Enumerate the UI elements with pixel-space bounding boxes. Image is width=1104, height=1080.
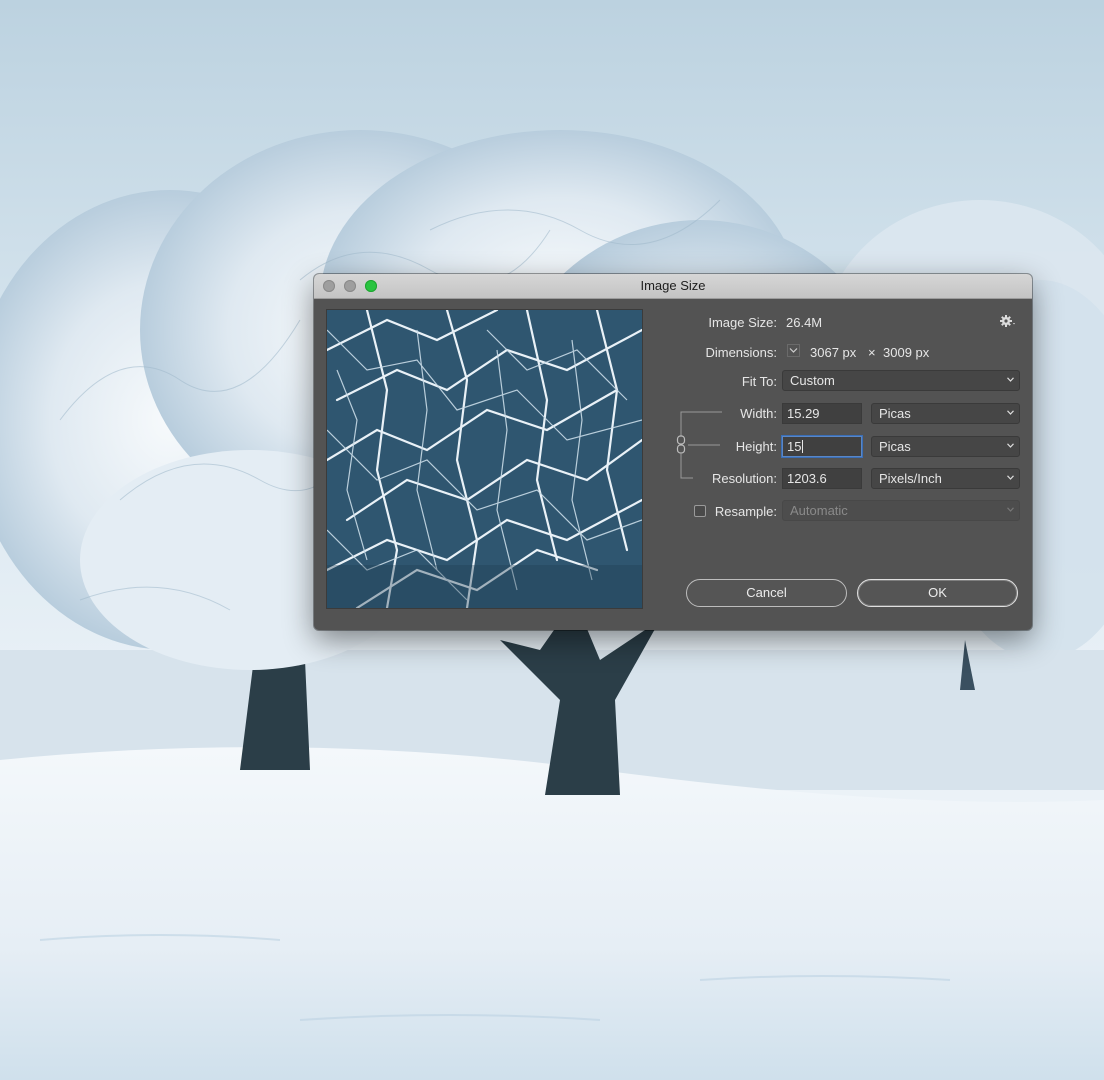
width-input[interactable]: 15.29 xyxy=(782,403,862,424)
resolution-unit-value: Pixels/Inch xyxy=(879,471,942,486)
dialog-title: Image Size xyxy=(640,278,706,293)
dimensions-width: 3067 px xyxy=(810,345,857,360)
height-label: Height: xyxy=(735,439,777,454)
height-unit-select[interactable]: Picas xyxy=(871,436,1020,457)
text-caret xyxy=(802,440,804,453)
chevron-down-icon xyxy=(1007,475,1014,480)
resample-method-value: Automatic xyxy=(790,503,848,518)
chevron-down-icon xyxy=(1007,377,1014,382)
ok-button[interactable]: OK xyxy=(857,579,1018,607)
width-unit-value: Picas xyxy=(879,406,911,421)
chevron-down-icon xyxy=(1007,410,1014,415)
image-size-dialog: Image Size Image Size: 26.4M Dimensions:… xyxy=(314,274,1032,630)
height-unit-value: Picas xyxy=(879,439,911,454)
title-bar[interactable]: Image Size xyxy=(314,274,1032,299)
chevron-down-icon xyxy=(1007,443,1014,448)
dimensions-separator: × xyxy=(868,345,876,360)
dimensions-label: Dimensions: xyxy=(705,345,777,360)
fit-to-label: Fit To: xyxy=(741,374,777,389)
resolution-label: Resolution: xyxy=(711,471,777,486)
resolution-input[interactable]: 1203.6 xyxy=(782,468,862,489)
resample-label[interactable]: Resample: xyxy=(715,504,777,519)
gear-icon[interactable] xyxy=(999,314,1017,328)
fit-to-selected-value: Custom xyxy=(790,373,835,388)
chevron-down-icon xyxy=(1007,507,1014,512)
width-unit-select[interactable]: Picas xyxy=(871,403,1020,424)
image-preview[interactable] xyxy=(326,309,643,609)
cancel-button[interactable]: Cancel xyxy=(686,579,847,607)
resample-checkbox[interactable] xyxy=(694,505,706,517)
chevron-down-icon[interactable] xyxy=(787,344,800,357)
resolution-unit-select[interactable]: Pixels/Inch xyxy=(871,468,1020,489)
image-size-value: 26.4M xyxy=(786,315,823,330)
height-input[interactable]: 15 xyxy=(782,436,862,457)
image-size-label: Image Size: xyxy=(708,315,777,330)
fit-to-select[interactable]: Custom xyxy=(782,370,1020,391)
dimensions-height: 3009 px xyxy=(883,345,930,360)
width-label: Width: xyxy=(740,406,777,421)
height-input-value: 15 xyxy=(787,439,802,454)
resample-method-select: Automatic xyxy=(782,500,1020,521)
